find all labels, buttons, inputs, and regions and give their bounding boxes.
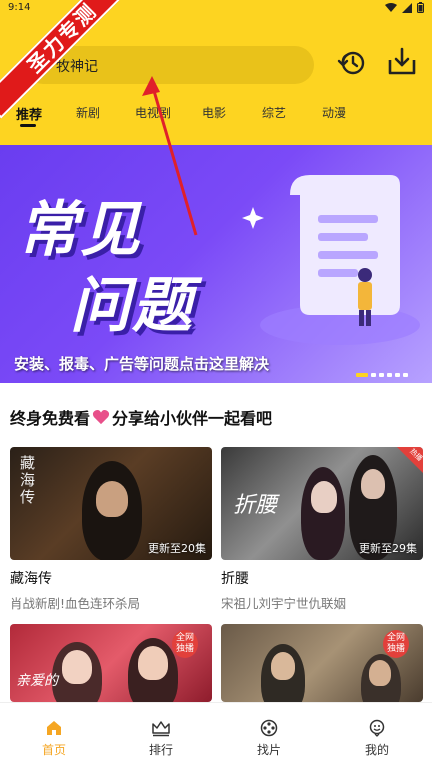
battery-icon — [417, 2, 424, 13]
crown-icon — [152, 721, 170, 737]
section-title-part-2: 分享给小伙伴一起看吧 — [112, 409, 273, 428]
video-title[interactable]: 藏海传 — [10, 568, 212, 588]
exclusive-tag: 全网独播 — [172, 630, 198, 658]
nav-profile[interactable]: 我的 — [347, 719, 407, 758]
exclusive-tag: 全网独播 — [383, 630, 409, 658]
nav-ranking[interactable]: 排行 — [131, 719, 191, 758]
search-text: 牧神记 — [56, 59, 98, 75]
carousel-dot — [371, 373, 376, 377]
tab-movie[interactable]: 电影 — [202, 104, 226, 121]
banner-caption: 安装、报毒、广告等问题点击这里解决 — [14, 355, 270, 373]
episode-badge: 更新至29集 — [359, 542, 417, 555]
nav-label: 首页 — [41, 743, 66, 757]
video-subtitle: 宋祖儿刘宇宁世仇联姻 — [221, 596, 347, 611]
tab-indicator — [20, 124, 36, 127]
status-time: 9:14 — [8, 2, 31, 13]
tab-variety[interactable]: 综艺 — [262, 104, 286, 121]
tab-tv-series[interactable]: 电视剧 — [135, 104, 171, 121]
signal-icon — [402, 2, 412, 13]
heart-icon — [92, 409, 110, 425]
history-icon[interactable] — [335, 47, 367, 79]
profile-icon — [369, 719, 385, 737]
document-illustration — [242, 175, 420, 345]
nav-home[interactable]: 首页 — [24, 719, 84, 758]
wifi-icon — [385, 2, 397, 12]
carousel-dot — [379, 373, 384, 377]
video-poster[interactable]: 折腰 热播 更新至29集 — [221, 447, 423, 560]
nav-label: 我的 — [364, 743, 389, 757]
poster-title-art: 亲爱的 — [16, 673, 58, 689]
section-title: 终身免费看 分享给小伙伴一起看吧 — [10, 405, 272, 429]
video-poster[interactable]: 全网独播 — [221, 624, 423, 702]
banner-headline-2: 问题 — [70, 271, 194, 341]
video-card[interactable]: 全网独播 — [221, 624, 423, 702]
carousel-dot — [387, 373, 392, 377]
video-card[interactable]: 藏海传 更新至20集 藏海传 肖战新剧!血色连环杀局 — [10, 447, 212, 612]
video-title[interactable]: 折腰 — [221, 568, 423, 588]
category-tabs: 推荐 新剧 电视剧 电影 综艺 动漫 — [0, 100, 432, 134]
tab-anime[interactable]: 动漫 — [322, 104, 346, 121]
promo-banner[interactable]: 常见 问题 安装、报毒、广告等问题点击这里解决 — [0, 145, 432, 383]
section-title-part-1: 终身免费看 — [10, 409, 91, 428]
carousel-dot — [395, 373, 400, 377]
home-icon — [47, 721, 61, 735]
banner-headline-1: 常见 — [18, 195, 142, 265]
app-header: 9:14 圣力专测 牧神记 推荐 新剧 电视剧 电影 综艺 动漫 — [0, 0, 432, 145]
tab-recommend[interactable]: 推荐 — [16, 104, 42, 123]
poster-title-art: 折腰 — [233, 493, 278, 518]
carousel-dots — [356, 373, 408, 377]
film-reel-icon — [260, 719, 278, 737]
nav-find-video[interactable]: 找片 — [239, 719, 299, 758]
tab-new-drama[interactable]: 新剧 — [76, 104, 100, 121]
bottom-nav: 首页 排行 找片 我的 — [0, 702, 432, 768]
video-card[interactable]: 亲爱的 全网独播 — [10, 624, 212, 702]
status-icons — [385, 2, 424, 13]
download-icon[interactable] — [386, 46, 418, 78]
carousel-dot — [403, 373, 408, 377]
video-poster[interactable]: 亲爱的 全网独播 — [10, 624, 212, 702]
video-subtitle: 肖战新剧!血色连环杀局 — [10, 596, 141, 611]
poster-title-art: 藏海传 — [20, 454, 36, 506]
carousel-dot — [356, 373, 368, 377]
video-poster[interactable]: 藏海传 更新至20集 — [10, 447, 212, 560]
episode-badge: 更新至20集 — [148, 542, 206, 555]
nav-label: 找片 — [256, 743, 281, 757]
video-card[interactable]: 折腰 热播 更新至29集 折腰 宋祖儿刘宇宁世仇联姻 — [221, 447, 423, 612]
nav-label: 排行 — [148, 743, 173, 757]
